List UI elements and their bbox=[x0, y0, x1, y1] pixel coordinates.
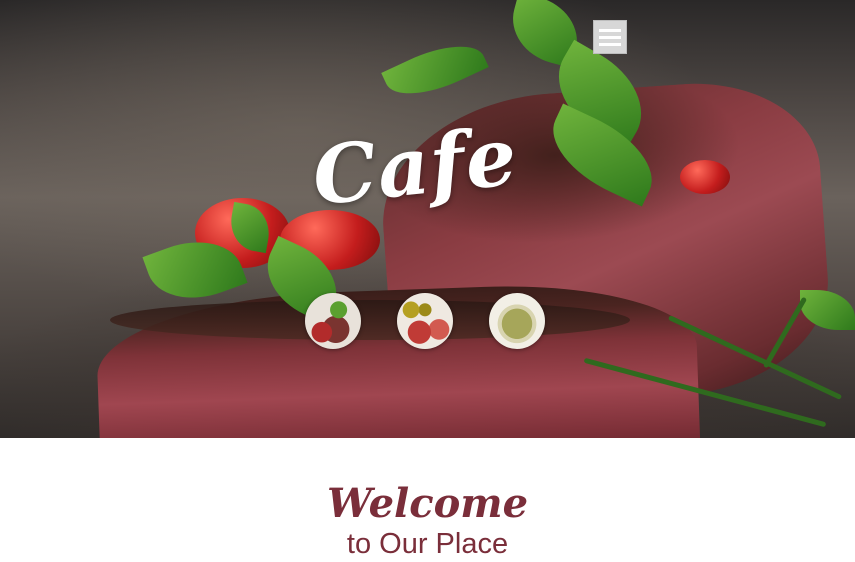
welcome-title: Welcome bbox=[326, 480, 529, 527]
hamburger-menu-icon bbox=[599, 35, 621, 39]
hamburger-menu-button[interactable] bbox=[593, 20, 627, 54]
tomato-decoration bbox=[680, 160, 730, 194]
hamburger-menu-icon bbox=[599, 42, 621, 46]
thumbnail-herb-salad[interactable] bbox=[489, 293, 545, 349]
hamburger-menu-icon bbox=[599, 28, 621, 32]
thumbnail-steak-dish[interactable] bbox=[305, 293, 361, 349]
hero-banner: Cafe bbox=[0, 0, 855, 438]
thumbnail-olives-and-ham[interactable] bbox=[397, 293, 453, 349]
welcome-section: Welcome to Our Place bbox=[0, 438, 855, 562]
steak-crust bbox=[110, 300, 630, 340]
welcome-subtitle: to Our Place bbox=[346, 528, 509, 560]
basil-leaf bbox=[381, 30, 489, 110]
